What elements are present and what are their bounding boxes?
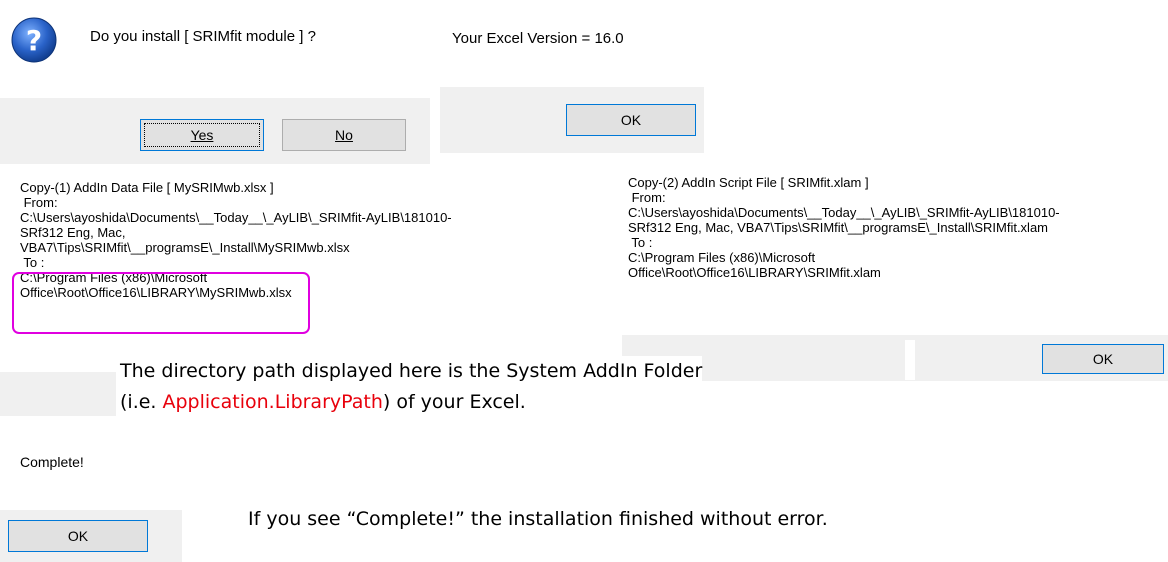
copy2-line: Office\Root\Office16\LIBRARY\SRIMfit.xla… [628,265,881,280]
copy1-line: SRf312 Eng, Mac, [20,225,126,240]
copy1-line: To : [20,255,45,270]
copy1-line: From: [20,195,58,210]
copy-ok-button[interactable]: OK [1042,344,1164,374]
complete-note: If you see “Complete!” the installation … [248,508,828,530]
excel-version-text: Your Excel Version = 16.0 [452,30,624,47]
no-button-label: No [335,127,353,143]
note-line-1: The directory path displayed here is the… [120,360,703,382]
copy2-line: From: [628,190,666,205]
annotation-background-left [0,372,116,416]
copy2-line: C:\Users\ayoshida\Documents\__Today__\_A… [628,205,1060,220]
copy2-line: C:\Program Files (x86)\Microsoft [628,250,816,265]
library-path-note: The directory path displayed here is the… [120,356,703,418]
complete-ok-label: OK [67,528,89,544]
question-icon: ? [10,16,58,64]
copy2-line: SRf312 Eng, Mac, VBA7\Tips\SRIMfit\__pro… [628,220,1048,235]
library-path-term: Application.LibraryPath [162,391,383,413]
copy2-line: Copy-(2) AddIn Script File [ SRIMfit.xla… [628,175,869,190]
copy1-line: C:\Users\ayoshida\Documents\__Today__\_A… [20,210,452,225]
install-question-text: Do you install [ SRIMfit module ] ? [90,28,316,45]
library-path-highlight-box [12,272,310,334]
copy2-line: To : [628,235,653,250]
version-ok-label: OK [620,112,642,128]
copy1-line: VBA7\Tips\SRIMfit\__programsE\_Install\M… [20,240,350,255]
svg-text:?: ? [26,24,42,57]
note-line-2: (i.e. Application.LibraryPath) of your E… [120,391,526,413]
no-button[interactable]: No [282,119,406,151]
complete-message: Complete! [20,454,84,470]
copy1-line: Copy-(1) AddIn Data File [ MySRIMwb.xlsx… [20,180,274,195]
copy-ok-label: OK [1092,351,1114,367]
annotation-mask [905,340,915,380]
version-ok-button[interactable]: OK [566,104,696,136]
copy2-message: Copy-(2) AddIn Script File [ SRIMfit.xla… [628,175,1158,280]
complete-ok-button[interactable]: OK [8,520,148,552]
yes-button[interactable]: Yes [140,119,264,151]
